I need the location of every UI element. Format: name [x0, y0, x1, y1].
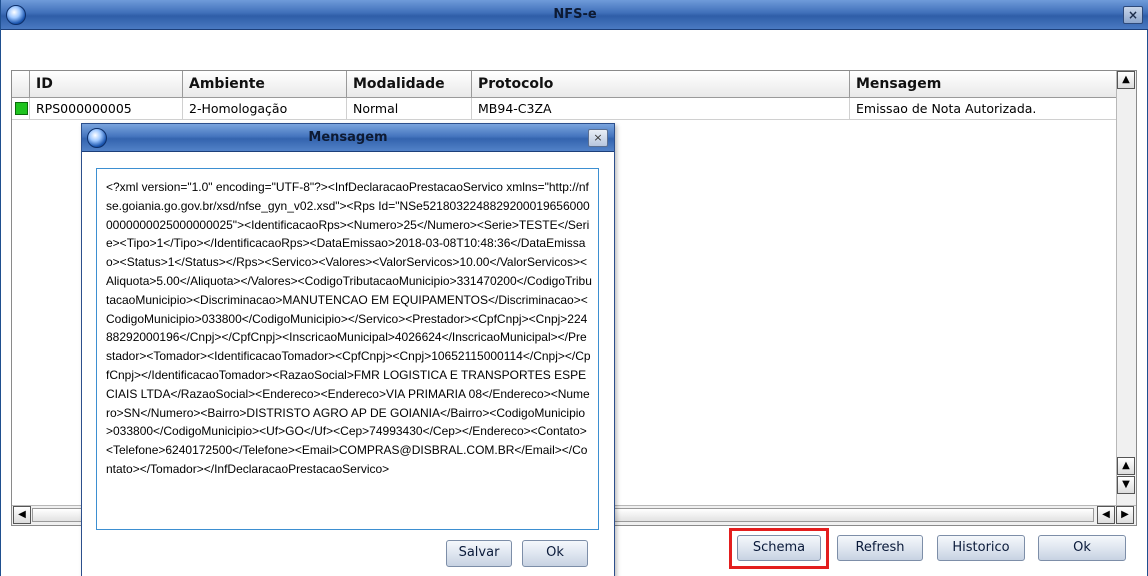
scroll-left-end-icon[interactable]: ◀: [1097, 506, 1115, 524]
scroll-up-top-icon[interactable]: ▲: [1117, 71, 1135, 89]
dialog-title: Mensagem: [308, 130, 388, 145]
window-close-button[interactable]: ×: [1123, 6, 1143, 24]
scroll-right-icon[interactable]: ▶: [1116, 506, 1134, 524]
header-mensagem[interactable]: Mensagem: [850, 71, 1116, 98]
dialog-close-button[interactable]: ×: [588, 129, 608, 147]
vertical-scrollbar[interactable]: ▲ ▲ ▼: [1116, 71, 1136, 505]
table-row[interactable]: RPS000000005 2-Homologação Normal MB94-C…: [12, 98, 1116, 120]
header-ambiente[interactable]: Ambiente: [183, 71, 347, 98]
cell-mensagem: Emissao de Nota Autorizada.: [856, 101, 1037, 116]
cell-id: RPS000000005: [30, 98, 183, 120]
cell-protocolo: MB94-C3ZA: [472, 98, 850, 120]
scroll-up-icon[interactable]: ▲: [1117, 457, 1135, 475]
window-title: NFS-e: [553, 7, 597, 22]
dialog-ok-button[interactable]: Ok: [522, 540, 588, 567]
mensagem-dialog: Mensagem × <?xml version="1.0" encoding=…: [81, 123, 615, 576]
header-status-column: [12, 71, 30, 98]
xml-message-textarea[interactable]: <?xml version="1.0" encoding="UTF-8"?><I…: [96, 168, 599, 530]
schema-button[interactable]: Schema: [737, 535, 821, 561]
grid-header: ID Ambiente Modalidade Protocolo Mensage…: [12, 71, 1116, 98]
cell-ambiente: 2-Homologação: [183, 98, 347, 120]
window-titlebar: NFS-e ×: [1, 0, 1148, 30]
refresh-button[interactable]: Refresh: [837, 535, 923, 561]
header-modalidade[interactable]: Modalidade: [347, 71, 472, 98]
status-green-icon: [15, 102, 28, 115]
dialog-titlebar: Mensagem ×: [82, 124, 614, 152]
cell-modalidade: Normal: [347, 98, 472, 120]
status-cell: [12, 98, 30, 120]
ok-button[interactable]: Ok: [1038, 535, 1126, 561]
scroll-down-icon[interactable]: ▼: [1117, 476, 1135, 494]
historico-button[interactable]: Historico: [937, 535, 1025, 561]
header-protocolo[interactable]: Protocolo: [472, 71, 850, 98]
salvar-button[interactable]: Salvar: [446, 540, 512, 567]
header-id[interactable]: ID: [30, 71, 183, 98]
xml-content: <?xml version="1.0" encoding="UTF-8"?><I…: [106, 180, 592, 476]
scroll-left-icon[interactable]: ◀: [13, 506, 31, 524]
